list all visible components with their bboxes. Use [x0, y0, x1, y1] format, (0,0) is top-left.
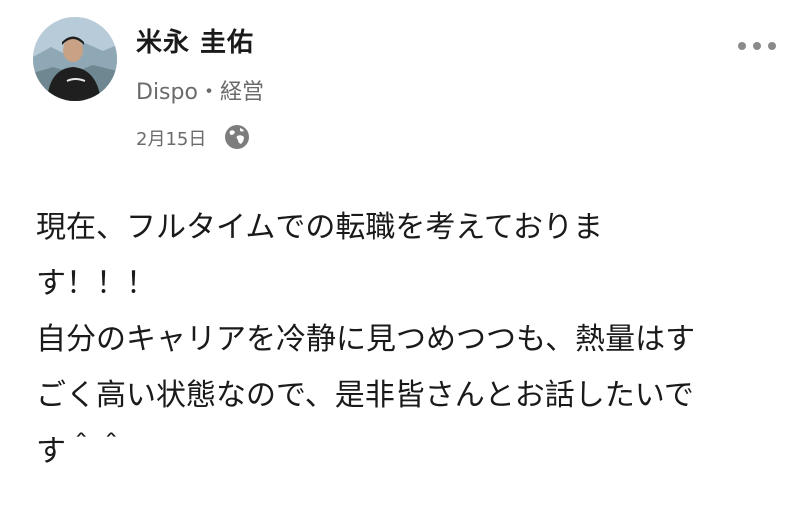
post-line: 自分のキャリアを冷静に見つめつつも、熱量はす: [36, 322, 696, 357]
post-line: ごく高い状態なので、是非皆さんとお話したいで: [36, 378, 694, 413]
more-options-button[interactable]: [738, 34, 776, 58]
more-dot-icon: [738, 42, 746, 50]
author-meta: Dispo・経営: [136, 80, 264, 105]
more-dot-icon: [753, 42, 761, 50]
more-dot-icon: [768, 42, 776, 50]
post-card: 米永 圭佑 Dispo・経営 2月15日 現在、フルタイムでの転職を考えておりま…: [0, 0, 800, 512]
avatar[interactable]: [33, 17, 117, 101]
author-name[interactable]: 米永 圭佑: [136, 22, 254, 59]
post-line: す！！！: [36, 266, 156, 301]
post-body: 現在、フルタイムでの転職を考えておりま す！！！ 自分のキャリアを冷静に見つめつ…: [36, 200, 776, 480]
avatar-image: [33, 17, 117, 101]
post-line: す＾＾: [36, 434, 126, 469]
globe-icon: [222, 122, 252, 152]
post-date: 2月15日: [136, 129, 207, 150]
post-line: 現在、フルタイムでの転職を考えておりま: [36, 210, 603, 245]
